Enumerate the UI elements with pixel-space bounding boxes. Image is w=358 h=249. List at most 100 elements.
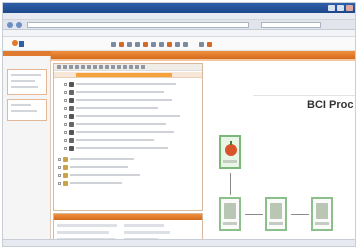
tree-item[interactable] — [64, 97, 200, 103]
toolbar-icon[interactable] — [135, 42, 140, 47]
tree-item[interactable] — [64, 113, 200, 119]
tree-tool-icon[interactable] — [69, 65, 73, 69]
expand-icon[interactable] — [58, 173, 61, 177]
close-button[interactable] — [346, 5, 353, 11]
tree-tool-icon[interactable] — [93, 65, 97, 69]
sidebar-item[interactable] — [11, 104, 31, 106]
tree-item-label — [76, 99, 172, 101]
process-node[interactable] — [219, 197, 241, 231]
tree-tool-icon[interactable] — [87, 65, 91, 69]
sidebar-item[interactable] — [11, 80, 35, 82]
tree-item[interactable] — [58, 164, 194, 170]
tree-selected-highlight — [76, 73, 172, 77]
sidebar-item[interactable] — [11, 86, 38, 88]
divider — [51, 59, 355, 61]
tree-tool-icon[interactable] — [117, 65, 121, 69]
tree-tool-icon[interactable] — [63, 65, 67, 69]
toolbar-icon[interactable] — [119, 42, 124, 47]
tree-item[interactable] — [64, 105, 200, 111]
tree-item[interactable] — [64, 129, 200, 135]
tree-item-label — [70, 166, 128, 168]
tree-item[interactable] — [64, 121, 200, 127]
expand-icon[interactable] — [64, 90, 67, 94]
expand-icon[interactable] — [64, 138, 67, 142]
sidebar-panel[interactable] — [7, 69, 47, 95]
browser-search-input[interactable] — [261, 22, 321, 28]
folder-icon — [63, 180, 68, 186]
property-row[interactable] — [57, 231, 109, 234]
document-icon — [69, 137, 74, 143]
property-row[interactable] — [57, 224, 117, 227]
properties-panel-header — [54, 214, 202, 220]
tree-item-label — [76, 115, 180, 117]
expand-icon[interactable] — [64, 106, 67, 110]
back-icon[interactable] — [7, 22, 13, 28]
process-node-start[interactable] — [219, 135, 241, 169]
browser-title-bar — [3, 3, 355, 13]
tree-tool-icon[interactable] — [135, 65, 139, 69]
sidebar-item[interactable] — [11, 74, 41, 76]
bookmarks-bar — [3, 30, 355, 37]
tree-item[interactable] — [64, 137, 200, 143]
tree-toolbar — [54, 64, 202, 71]
tree-tool-icon[interactable] — [105, 65, 109, 69]
tree-tool-icon[interactable] — [81, 65, 85, 69]
folder-icon — [63, 156, 68, 162]
forward-icon[interactable] — [16, 22, 22, 28]
toolbar-icon[interactable] — [111, 42, 116, 47]
tree-item[interactable] — [64, 81, 200, 87]
document-icon — [69, 145, 74, 151]
tree-tool-icon[interactable] — [111, 65, 115, 69]
process-diagram: BCI Proc — [207, 63, 355, 246]
toolbar-icon[interactable] — [127, 42, 132, 47]
expand-icon[interactable] — [58, 157, 61, 161]
node-label — [223, 222, 237, 225]
browser-status-bar — [3, 239, 355, 246]
expand-icon[interactable] — [58, 165, 61, 169]
tree-item[interactable] — [64, 89, 200, 95]
document-icon — [69, 105, 74, 111]
tree-selected-row[interactable] — [54, 72, 202, 78]
tree-tool-icon[interactable] — [141, 65, 145, 69]
expand-icon[interactable] — [64, 82, 67, 86]
expand-icon[interactable] — [64, 122, 67, 126]
tree-item[interactable] — [58, 156, 194, 162]
expand-icon[interactable] — [64, 130, 67, 134]
tree-tool-icon[interactable] — [123, 65, 127, 69]
tree-item[interactable] — [58, 172, 194, 178]
address-bar[interactable] — [27, 22, 249, 28]
toolbar-icon[interactable] — [159, 42, 164, 47]
expand-icon[interactable] — [64, 114, 67, 118]
expand-icon[interactable] — [64, 146, 67, 150]
toolbar-icon[interactable] — [167, 42, 172, 47]
tree-item-label — [76, 83, 176, 85]
node-label — [315, 222, 329, 225]
expand-icon[interactable] — [58, 181, 61, 185]
tree-item[interactable] — [58, 180, 194, 186]
process-node[interactable] — [265, 197, 287, 231]
property-value[interactable] — [124, 224, 164, 227]
app-logo-icon[interactable] — [11, 39, 25, 49]
toolbar-icon[interactable] — [183, 42, 188, 47]
process-node[interactable] — [311, 197, 333, 231]
process-step-icon — [224, 203, 236, 219]
tree-tool-icon[interactable] — [75, 65, 79, 69]
tree-item[interactable] — [64, 145, 200, 151]
screenshot-frame: BCI Proc — [2, 2, 356, 247]
toolbar-icon[interactable] — [199, 42, 204, 47]
toolbar-icon[interactable] — [175, 42, 180, 47]
tree-tool-icon[interactable] — [129, 65, 133, 69]
toolbar-icon[interactable] — [151, 42, 156, 47]
process-step-icon — [316, 203, 328, 219]
maximize-button[interactable] — [337, 5, 344, 11]
property-value[interactable] — [124, 231, 170, 234]
tree-tool-icon[interactable] — [57, 65, 61, 69]
sidebar-item[interactable] — [11, 110, 37, 112]
expand-icon[interactable] — [64, 98, 67, 102]
tree-tool-icon[interactable] — [99, 65, 103, 69]
toolbar-icon[interactable] — [207, 42, 212, 47]
sidebar-panel[interactable] — [7, 99, 47, 121]
browser-navigation-row — [3, 20, 355, 30]
toolbar-icon[interactable] — [143, 42, 148, 47]
minimize-button[interactable] — [328, 5, 335, 11]
